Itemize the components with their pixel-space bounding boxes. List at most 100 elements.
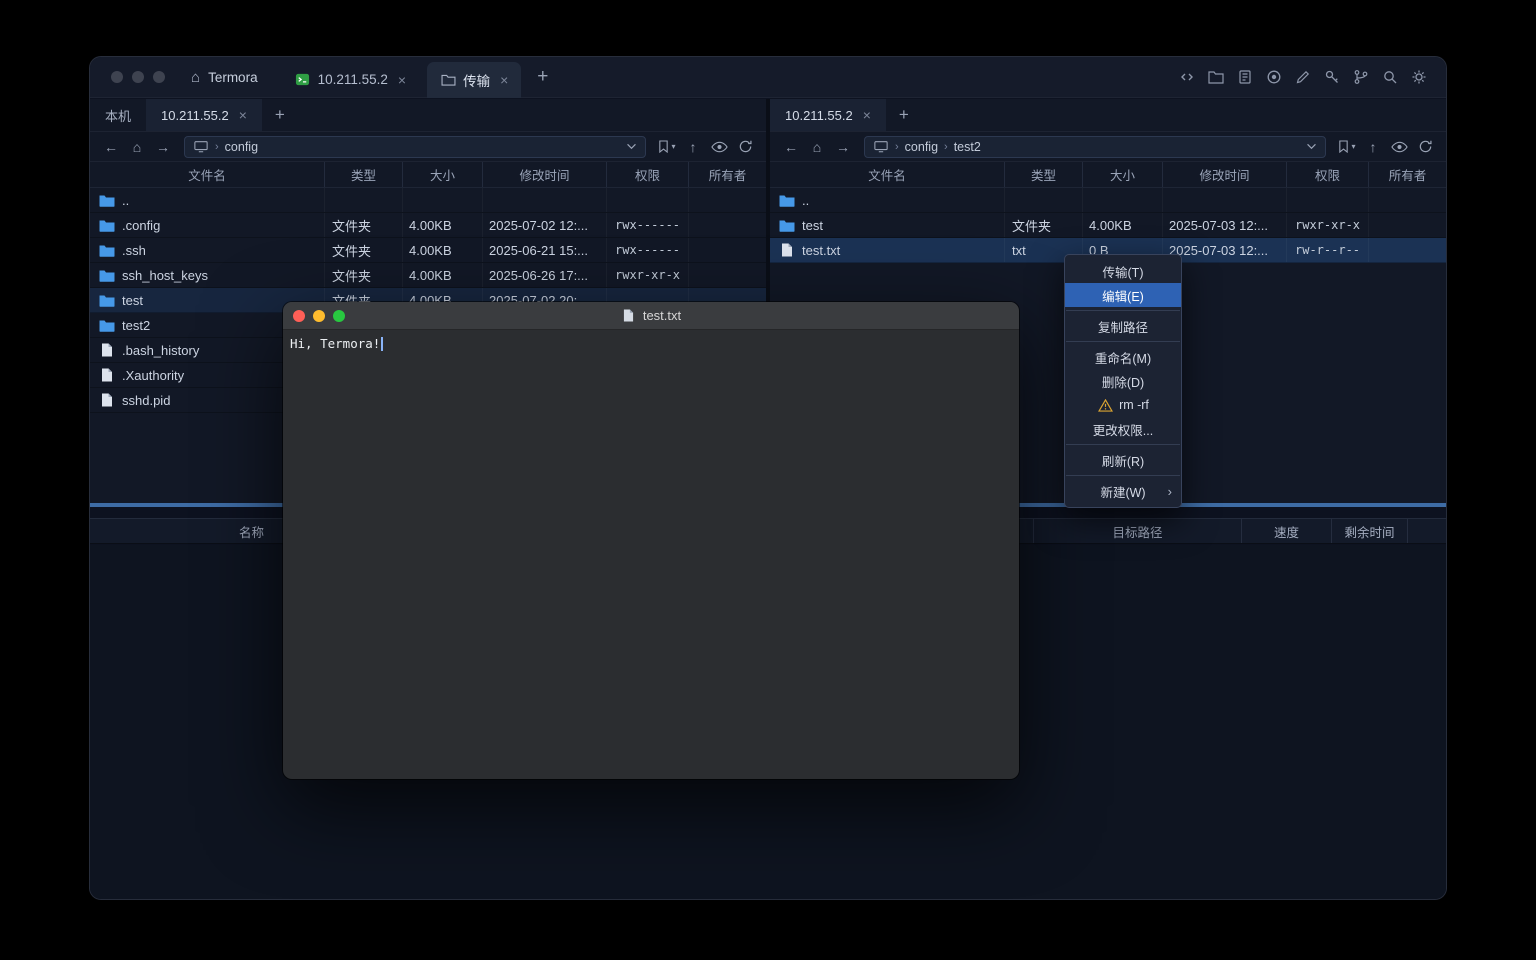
menu-item-refresh[interactable]: 刷新(R) bbox=[1065, 448, 1181, 472]
column-header-type[interactable]: 类型 bbox=[325, 162, 403, 187]
file-row[interactable]: ssh_host_keys 文件夹 4.00KB 2025-06-26 17:.… bbox=[90, 263, 766, 288]
back-button[interactable]: ← bbox=[99, 136, 123, 158]
bookmark-button[interactable]: ▾ bbox=[1335, 136, 1359, 158]
branch-icon[interactable] bbox=[1352, 68, 1370, 86]
column-header-name[interactable]: 文件名 bbox=[90, 162, 325, 187]
log-icon[interactable] bbox=[1236, 68, 1254, 86]
menu-item-edit[interactable]: 编辑(E) bbox=[1065, 283, 1181, 307]
home-button[interactable]: ⌂ bbox=[805, 136, 829, 158]
tab-ssh-session[interactable]: 10.211.55.2 × bbox=[282, 62, 420, 98]
file-icon bbox=[99, 368, 115, 382]
folder-icon[interactable] bbox=[1207, 68, 1225, 86]
left-table-header: 文件名 类型 大小 修改时间 权限 所有者 bbox=[90, 162, 766, 188]
code-icon[interactable] bbox=[1178, 68, 1196, 86]
column-header-size[interactable]: 大小 bbox=[403, 162, 483, 187]
close-window-button[interactable] bbox=[293, 310, 305, 322]
column-header-owner[interactable]: 所有者 bbox=[689, 162, 766, 187]
refresh-button[interactable] bbox=[733, 136, 757, 158]
app-home-tab[interactable]: ⌂ Termora bbox=[181, 57, 274, 97]
tab-transfer[interactable]: 传输 × bbox=[427, 62, 521, 98]
column-header-owner[interactable]: 所有者 bbox=[1369, 162, 1446, 187]
settings-icon[interactable] bbox=[1410, 68, 1428, 86]
menu-item-change-permissions[interactable]: 更改权限... bbox=[1065, 417, 1181, 441]
file-row[interactable]: .. bbox=[770, 188, 1446, 213]
menu-item-transfer[interactable]: 传输(T) bbox=[1065, 259, 1181, 283]
bookmark-button[interactable]: ▾ bbox=[655, 136, 679, 158]
path-breadcrumb[interactable]: › config › test2 bbox=[864, 136, 1326, 158]
column-header-speed[interactable]: 速度 bbox=[1242, 519, 1332, 543]
column-header-permissions[interactable]: 权限 bbox=[607, 162, 689, 187]
back-button[interactable]: ← bbox=[779, 136, 803, 158]
file-row[interactable]: .. bbox=[90, 188, 766, 213]
column-header-mtime[interactable]: 修改时间 bbox=[1163, 162, 1287, 187]
new-panel-tab-button[interactable]: + bbox=[886, 99, 922, 131]
column-header-mtime[interactable]: 修改时间 bbox=[483, 162, 607, 187]
close-window-button[interactable] bbox=[111, 71, 123, 83]
forward-button[interactable]: → bbox=[831, 136, 855, 158]
menu-item-copy-path[interactable]: 复制路径 bbox=[1065, 314, 1181, 338]
file-size: 4.00KB bbox=[403, 213, 483, 237]
left-panel-tabs: 本机 10.211.55.2 × + bbox=[90, 99, 766, 132]
new-tab-button[interactable]: + bbox=[525, 66, 560, 88]
file-permissions bbox=[607, 188, 689, 212]
editor-titlebar[interactable]: test.txt bbox=[283, 302, 1019, 330]
zoom-window-button[interactable] bbox=[153, 71, 165, 83]
file-mtime: 2025-06-26 17:... bbox=[483, 263, 607, 287]
refresh-button[interactable] bbox=[1413, 136, 1437, 158]
upload-button[interactable]: ↑ bbox=[681, 136, 705, 158]
menu-item-new[interactable]: 新建(W) › bbox=[1065, 479, 1181, 503]
tab-remote-host[interactable]: 10.211.55.2 × bbox=[146, 99, 262, 131]
file-row[interactable]: .config 文件夹 4.00KB 2025-07-02 12:... rwx… bbox=[90, 213, 766, 238]
editor-title: test.txt bbox=[621, 308, 681, 323]
home-button[interactable]: ⌂ bbox=[125, 136, 149, 158]
show-hidden-button[interactable] bbox=[707, 136, 731, 158]
new-panel-tab-button[interactable]: + bbox=[262, 99, 298, 131]
file-name: ssh_host_keys bbox=[122, 268, 208, 283]
menu-item-rm-rf[interactable]: rm -rf bbox=[1065, 393, 1181, 417]
breadcrumb-segment[interactable]: config bbox=[225, 140, 258, 154]
path-breadcrumb[interactable]: › config bbox=[184, 136, 646, 158]
breadcrumb-segment[interactable]: config bbox=[905, 140, 938, 154]
file-name: .bash_history bbox=[122, 343, 199, 358]
close-tab-icon[interactable]: × bbox=[863, 107, 871, 123]
key-icon[interactable] bbox=[1323, 68, 1341, 86]
column-header-eta[interactable]: 剩余时间 bbox=[1332, 519, 1408, 543]
tab-remote-host[interactable]: 10.211.55.2 × bbox=[770, 99, 886, 131]
file-icon bbox=[99, 343, 115, 357]
show-hidden-button[interactable] bbox=[1387, 136, 1411, 158]
column-header-size[interactable]: 大小 bbox=[1083, 162, 1163, 187]
breadcrumb-segment[interactable]: test2 bbox=[954, 140, 981, 154]
minimize-window-button[interactable] bbox=[313, 310, 325, 322]
column-header-permissions[interactable]: 权限 bbox=[1287, 162, 1369, 187]
menu-separator bbox=[1066, 444, 1180, 445]
menu-item-rename[interactable]: 重命名(M) bbox=[1065, 345, 1181, 369]
column-header-type[interactable]: 类型 bbox=[1005, 162, 1083, 187]
upload-button[interactable]: ↑ bbox=[1361, 136, 1385, 158]
menu-item-delete[interactable]: 删除(D) bbox=[1065, 369, 1181, 393]
file-row[interactable]: test 文件夹 4.00KB 2025-07-03 12:... rwxr-x… bbox=[770, 213, 1446, 238]
close-tab-icon[interactable]: × bbox=[398, 72, 406, 88]
home-icon: ⌂ bbox=[191, 69, 200, 86]
titlebar: ⌂ Termora 10.211.55.2 × 传输 × + bbox=[90, 57, 1446, 98]
left-nav-toolbar: ← ⌂ → › config ▾ ↑ bbox=[90, 132, 766, 162]
column-header-destination[interactable]: 目标路径 bbox=[1034, 519, 1242, 543]
close-tab-icon[interactable]: × bbox=[239, 107, 247, 123]
record-icon[interactable] bbox=[1265, 68, 1283, 86]
zoom-window-button[interactable] bbox=[333, 310, 345, 322]
file-type: 文件夹 bbox=[325, 263, 403, 287]
forward-button[interactable]: → bbox=[151, 136, 175, 158]
editor-content[interactable]: Hi, Termora! bbox=[283, 330, 1019, 357]
tab-label: 传输 bbox=[463, 70, 490, 90]
chevron-down-icon[interactable] bbox=[626, 143, 637, 150]
close-tab-icon[interactable]: × bbox=[500, 72, 508, 88]
edit-icon[interactable] bbox=[1294, 68, 1312, 86]
file-owner bbox=[1369, 238, 1446, 262]
file-name: .. bbox=[802, 193, 809, 208]
tab-local[interactable]: 本机 bbox=[90, 99, 146, 131]
chevron-down-icon[interactable] bbox=[1306, 143, 1317, 150]
search-icon[interactable] bbox=[1381, 68, 1399, 86]
column-header-name[interactable]: 文件名 bbox=[770, 162, 1005, 187]
file-row[interactable]: .ssh 文件夹 4.00KB 2025-06-21 15:... rwx---… bbox=[90, 238, 766, 263]
minimize-window-button[interactable] bbox=[132, 71, 144, 83]
editor-text: Hi, Termora! bbox=[290, 336, 380, 351]
